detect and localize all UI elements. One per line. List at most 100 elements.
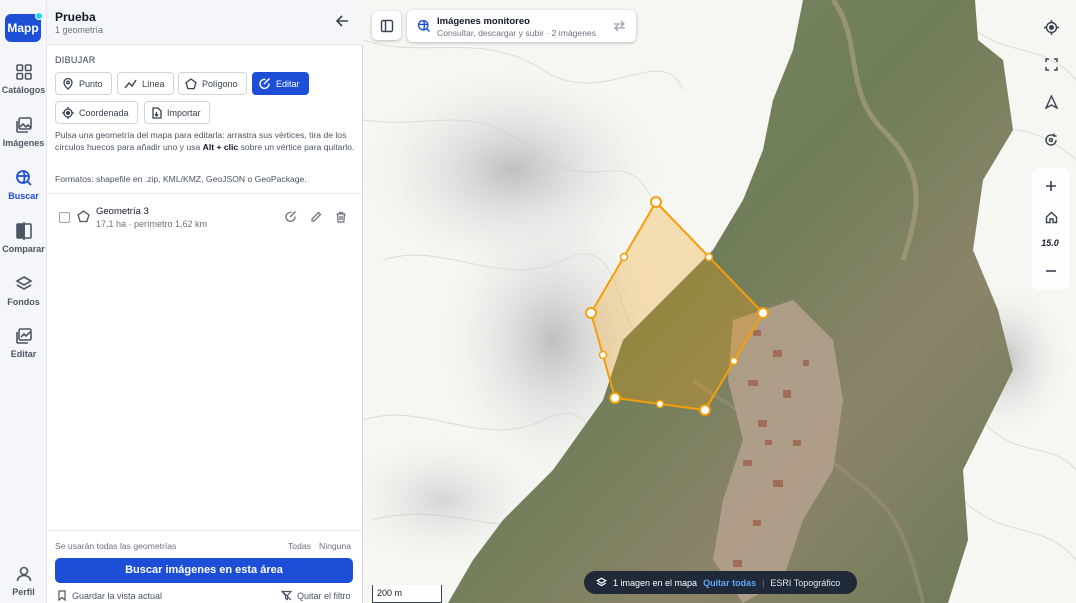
zoom-level-readout: 15.0 bbox=[1041, 238, 1059, 248]
geometry-checkbox[interactable] bbox=[59, 212, 70, 223]
rail-item-fondos[interactable]: Fondos bbox=[0, 275, 47, 307]
divider bbox=[47, 530, 363, 531]
polygon-vertex bbox=[650, 196, 662, 208]
rail-item-imagenes[interactable]: Imágenes bbox=[0, 116, 47, 148]
trash-icon[interactable] bbox=[335, 211, 347, 223]
draw-section-label: DIBUJAR bbox=[55, 55, 96, 65]
toggle-panel-button[interactable] bbox=[372, 11, 401, 40]
save-view-label: Guardar la vista actual bbox=[72, 590, 163, 601]
polygon-midpoint bbox=[729, 356, 739, 366]
rotate-button[interactable] bbox=[1038, 127, 1064, 153]
images-icon bbox=[15, 117, 32, 133]
coordinate-button[interactable]: Coordenada bbox=[55, 101, 138, 124]
geometry-row[interactable]: Geometría 3 17,1 ha · perímetro 1,62 km bbox=[47, 200, 363, 236]
polygon-vertex bbox=[699, 404, 711, 416]
crosshair-icon bbox=[1043, 19, 1059, 35]
map-canvas[interactable] bbox=[363, 0, 1076, 603]
basemap-label[interactable]: ESRI Topográfico bbox=[770, 578, 840, 588]
compass-arrow-icon bbox=[1044, 95, 1058, 109]
sidebar-toggle-icon bbox=[380, 19, 393, 32]
map-view[interactable]: Imágenes monitoreo Consultar, descargar … bbox=[363, 0, 1076, 603]
pencil-icon[interactable] bbox=[310, 211, 322, 223]
search-globe-icon bbox=[417, 19, 430, 32]
edit-images-icon bbox=[15, 328, 32, 344]
monitoring-images-card[interactable]: Imágenes monitoreo Consultar, descargar … bbox=[407, 10, 636, 42]
save-view-link[interactable]: Guardar la vista actual bbox=[57, 590, 162, 601]
coordinate-label: Coordenada bbox=[79, 107, 129, 118]
images-on-map-count: 1 imagen en el mapa bbox=[613, 577, 698, 588]
logo-dot bbox=[35, 12, 43, 20]
rail-item-comparar[interactable]: Comparar bbox=[0, 222, 47, 254]
compare-icon bbox=[15, 222, 32, 240]
rail-label: Imágenes bbox=[2, 138, 45, 148]
pin-icon bbox=[63, 77, 73, 90]
fullscreen-icon bbox=[1044, 57, 1058, 71]
left-rail: Mapp Catálogos Imágenes Buscar Comparar … bbox=[0, 0, 47, 603]
rail-label: Fondos bbox=[7, 297, 40, 307]
polygon-midpoint bbox=[655, 399, 665, 409]
select-none-link[interactable]: Ninguna bbox=[319, 541, 351, 551]
rail-item-editar[interactable]: Editar bbox=[0, 327, 47, 359]
polygon-vertex bbox=[585, 307, 597, 319]
formats-text: Formatos: shapefile en .zip, KML/KMZ, Ge… bbox=[55, 174, 307, 184]
app-logo[interactable]: Mapp bbox=[5, 12, 43, 42]
rail-item-perfil[interactable]: Perfil bbox=[0, 565, 47, 597]
divider bbox=[47, 193, 363, 194]
geometry-name: Geometría 3 bbox=[96, 206, 149, 217]
polygon-vertex bbox=[757, 307, 769, 319]
polygon-midpoint bbox=[619, 252, 629, 262]
back-button[interactable] bbox=[335, 14, 349, 33]
edit-geometry-button[interactable]: Editar bbox=[252, 72, 309, 95]
zoom-out-button[interactable] bbox=[1038, 258, 1064, 284]
layers-icon bbox=[596, 577, 607, 587]
clear-filter-link[interactable]: Quitar el filtro bbox=[281, 590, 351, 601]
pentagon-icon bbox=[185, 77, 197, 89]
edit-vertices-icon[interactable] bbox=[285, 211, 297, 223]
layers-icon bbox=[14, 276, 33, 290]
import-label: Importar bbox=[167, 107, 201, 118]
image-card-title: Imágenes monitoreo bbox=[437, 16, 530, 27]
draw-point-button[interactable]: Punto bbox=[55, 72, 112, 95]
import-button[interactable]: Importar bbox=[144, 101, 210, 124]
search-globe-icon bbox=[15, 170, 32, 186]
rail-label: Perfil bbox=[12, 587, 35, 597]
help-part-2: sobre un vértice para quitarlo. bbox=[238, 142, 355, 152]
help-shortcut: Alt + clic bbox=[202, 142, 239, 152]
rail-label: Comparar bbox=[2, 244, 45, 254]
draw-polygon-button[interactable]: Polígono bbox=[178, 72, 247, 95]
rail-label: Catálogos bbox=[1, 85, 46, 95]
pentagon-icon bbox=[77, 210, 90, 223]
geometry-meta: 17,1 ha · perímetro 1,62 km bbox=[96, 219, 208, 229]
fullscreen-button[interactable] bbox=[1038, 51, 1064, 77]
panel-subtitle: 1 geometría bbox=[55, 25, 104, 35]
zoom-in-button[interactable] bbox=[1038, 173, 1064, 199]
file-import-icon bbox=[152, 106, 162, 119]
arrow-left-icon bbox=[335, 15, 348, 27]
draw-polygon-label: Polígono bbox=[202, 78, 238, 89]
draw-line-button[interactable]: Línea bbox=[117, 72, 174, 95]
edit-shape-icon bbox=[259, 77, 270, 89]
geometries-usage-note: Se usarán todas las geometrías bbox=[55, 541, 177, 551]
select-all-link[interactable]: Todas bbox=[288, 541, 311, 551]
home-button[interactable] bbox=[1038, 204, 1064, 230]
panel-header: Prueba 1 geometría bbox=[47, 0, 363, 45]
target-icon bbox=[62, 106, 74, 119]
side-panel: Prueba 1 geometría DIBUJAR Punto Línea P… bbox=[47, 0, 363, 603]
remove-all-link[interactable]: Quitar todas bbox=[703, 578, 756, 588]
pill-separator: | bbox=[762, 577, 765, 588]
locate-button[interactable] bbox=[1038, 14, 1064, 40]
filter-off-icon bbox=[281, 590, 292, 601]
minus-icon bbox=[1046, 270, 1056, 272]
grid-icon bbox=[15, 64, 32, 80]
polygon-midpoint bbox=[704, 252, 714, 262]
north-arrow-button[interactable] bbox=[1038, 89, 1064, 115]
edit-help-text: Pulsa una geometría del mapa para editar… bbox=[55, 129, 355, 153]
draw-point-label: Punto bbox=[79, 78, 103, 89]
clear-filter-label: Quitar el filtro bbox=[297, 590, 351, 601]
polyline-icon bbox=[124, 79, 137, 88]
rail-item-catalogos[interactable]: Catálogos bbox=[0, 63, 47, 95]
draw-line-label: Línea bbox=[142, 78, 165, 89]
swap-arrows-icon[interactable] bbox=[613, 20, 626, 32]
search-images-button[interactable]: Buscar imágenes en esta área bbox=[55, 558, 353, 583]
rail-item-buscar[interactable]: Buscar bbox=[0, 169, 47, 201]
